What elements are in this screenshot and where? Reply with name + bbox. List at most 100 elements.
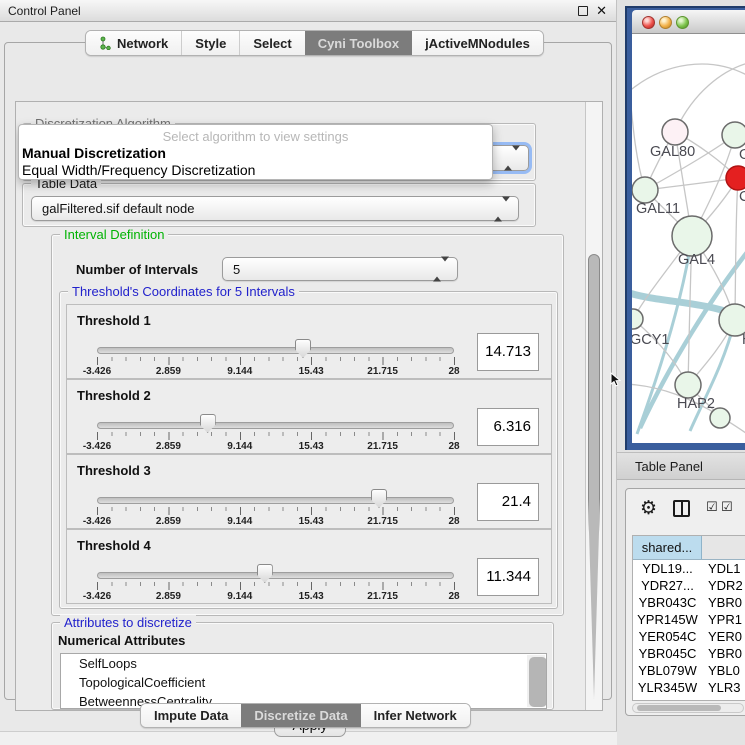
table-horizontal-scrollbar[interactable] xyxy=(632,703,744,713)
node-label-gal80: GAL80 xyxy=(650,144,695,160)
close-icon[interactable]: ✕ xyxy=(596,3,607,19)
tab-select[interactable]: Select xyxy=(239,31,304,55)
split-columns-icon[interactable] xyxy=(673,500,690,517)
threshold-2-value-field[interactable]: 6.316 xyxy=(477,408,539,446)
node-label-gcy1: GCY1 xyxy=(632,332,670,348)
slider-thumb[interactable] xyxy=(200,414,216,433)
slider-major-ticks xyxy=(97,357,455,365)
slider-tick-labels: -3.426 2.859 9.144 15.43 21.715 28 xyxy=(97,591,454,603)
threshold-4-value-field[interactable]: 11.344 xyxy=(477,558,539,596)
tab-label: jActiveMNodules xyxy=(425,36,530,51)
popup-option-equal-width-frequency[interactable]: Equal Width/Frequency Discretization xyxy=(22,162,255,178)
attributes-group: Attributes to discretize Numerical Attri… xyxy=(51,622,554,710)
node-label-gal4: GAL4 xyxy=(678,252,715,268)
zoom-traffic-light[interactable] xyxy=(676,16,689,29)
checkbox-icon[interactable]: ☑ xyxy=(706,500,718,515)
close-traffic-light[interactable] xyxy=(642,16,655,29)
slider-thumb[interactable] xyxy=(371,489,387,508)
threshold-1-slider[interactable]: -3.426 2.859 9.144 15.43 21.715 28 xyxy=(97,339,454,379)
threshold-1-value-field[interactable]: 14.713 xyxy=(477,333,539,371)
table-panel-inset: ⚙ ☑ ☑ shared... name YDL19...YDL1 YDR27.… xyxy=(625,488,745,716)
group-title: Threshold's Coordinates for 5 Intervals xyxy=(68,284,299,299)
minimize-traffic-light[interactable] xyxy=(659,16,672,29)
node-label-clipped-g: G xyxy=(739,147,745,163)
window-title: Control Panel xyxy=(8,4,81,18)
table-row[interactable]: YER054CYER0 xyxy=(633,628,745,645)
network-window-titlebar[interactable] xyxy=(632,10,745,34)
threshold-2-row: Threshold 2 -3.426 2.859 9.144 xyxy=(66,379,552,454)
threshold-1-row: Threshold 1 -3.426 2.859 9.144 xyxy=(66,304,552,379)
scrollbar-thumb[interactable] xyxy=(588,254,600,699)
number-of-intervals-combo[interactable]: 5 xyxy=(222,257,458,281)
tab-discretize-data[interactable]: Discretize Data xyxy=(241,704,360,727)
tab-label: Select xyxy=(253,36,291,51)
slider-track[interactable] xyxy=(97,347,454,354)
slider-track[interactable] xyxy=(97,497,454,504)
screen: Control Panel ✕ Network Style Select Cyn… xyxy=(0,0,745,745)
network-icon xyxy=(99,36,112,50)
slider-thumb[interactable] xyxy=(295,339,311,358)
network-canvas[interactable]: GAL80 G C GAL11 GAL4 GCY1 H HAP2 xyxy=(632,34,745,443)
list-scrollbar[interactable] xyxy=(527,655,545,707)
node-label-hap2: HAP2 xyxy=(677,396,715,412)
group-title: Attributes to discretize xyxy=(60,615,196,630)
threshold-3-value-field[interactable]: 21.4 xyxy=(477,483,539,521)
node-attribute-table[interactable]: shared... name YDL19...YDL1 YDR27...YDR2… xyxy=(632,535,745,701)
numerical-attributes-label: Numerical Attributes xyxy=(58,633,185,648)
table-row[interactable]: YLR345WYLR3 xyxy=(633,679,745,696)
threshold-label: Threshold 4 xyxy=(77,538,151,553)
combo-arrows-icon xyxy=(433,262,449,277)
table-row[interactable]: YBR045CYBR0 xyxy=(633,645,745,662)
control-panel-window: Control Panel ✕ Network Style Select Cyn… xyxy=(0,0,617,745)
tab-infer-network[interactable]: Infer Network xyxy=(361,704,470,727)
combo-arrows-icon xyxy=(504,151,520,166)
number-of-intervals-label: Number of Intervals xyxy=(76,262,198,277)
threshold-2-slider[interactable]: -3.426 2.859 9.144 15.43 21.715 28 xyxy=(97,414,454,454)
table-row[interactable]: YDL19...YDL1 xyxy=(633,560,745,577)
column-header-name[interactable]: name xyxy=(702,536,745,559)
right-region: GAL80 G C GAL11 GAL4 GCY1 H HAP2 Table P… xyxy=(617,0,745,745)
table-panel-title: Table Panel xyxy=(635,459,703,474)
tab-cyni-toolbox[interactable]: Cyni Toolbox xyxy=(305,31,412,55)
table-row[interactable]: YBR043CYBR0 xyxy=(633,594,745,611)
slider-thumb[interactable] xyxy=(257,564,273,583)
control-panel-tabs: Network Style Select Cyni Toolbox jActiv… xyxy=(85,30,544,56)
tab-label: Infer Network xyxy=(374,708,457,723)
slider-track[interactable] xyxy=(97,422,454,429)
threshold-3-slider[interactable]: -3.426 2.859 9.144 15.43 21.715 28 xyxy=(97,489,454,529)
tab-impute-data[interactable]: Impute Data xyxy=(141,704,241,727)
slider-major-ticks xyxy=(97,582,455,590)
tab-style[interactable]: Style xyxy=(181,31,239,55)
table-data-combo[interactable]: galFiltered.sif default node xyxy=(31,196,519,221)
tab-label: Cyni Toolbox xyxy=(318,36,399,51)
table-row[interactable]: YDR27...YDR2 xyxy=(633,577,745,594)
numerical-attributes-list[interactable]: SelfLoops TopologicalCoefficient Between… xyxy=(60,653,547,709)
table-row[interactable]: YBL079WYBL0 xyxy=(633,662,745,679)
scrollbar-thumb[interactable] xyxy=(637,705,721,711)
tab-network[interactable]: Network xyxy=(86,31,181,55)
table-header-row: shared... name xyxy=(633,536,745,560)
threshold-4-slider[interactable]: -3.426 2.859 9.144 15.43 21.715 28 xyxy=(97,564,454,604)
table-row[interactable]: YPR145WYPR1 xyxy=(633,611,745,628)
list-item[interactable]: SelfLoops xyxy=(61,654,546,673)
popup-option-manual-discretization[interactable]: Manual Discretization xyxy=(22,145,166,161)
slider-track[interactable] xyxy=(97,572,454,579)
list-item[interactable]: TopologicalCoefficient xyxy=(61,673,546,692)
group-title: Interval Definition xyxy=(60,227,168,242)
gear-icon[interactable]: ⚙ xyxy=(640,497,657,519)
mouse-cursor xyxy=(610,372,622,388)
tab-label: Network xyxy=(117,36,168,51)
column-header-shared-name[interactable]: shared... xyxy=(633,536,702,559)
slider-tick-labels: -3.426 2.859 9.144 15.43 21.715 28 xyxy=(97,516,454,528)
slider-tick-labels: -3.426 2.859 9.144 15.43 21.715 28 xyxy=(97,366,454,378)
tab-label: Impute Data xyxy=(154,708,228,723)
threshold-label: Threshold 3 xyxy=(77,463,151,478)
popup-placeholder-item[interactable]: Select algorithm to view settings xyxy=(19,129,492,144)
tab-jactivemnodules[interactable]: jActiveMNodules xyxy=(412,31,543,55)
network-graph: GAL80 G C GAL11 GAL4 GCY1 H HAP2 xyxy=(632,34,745,443)
float-window-icon[interactable] xyxy=(578,6,588,16)
checkbox-icon[interactable]: ☑ xyxy=(721,500,733,515)
viewport-scrollbar[interactable] xyxy=(585,102,602,710)
slider-major-ticks xyxy=(97,432,455,440)
table-row[interactable]: YIL052CYIL0 xyxy=(633,696,745,701)
